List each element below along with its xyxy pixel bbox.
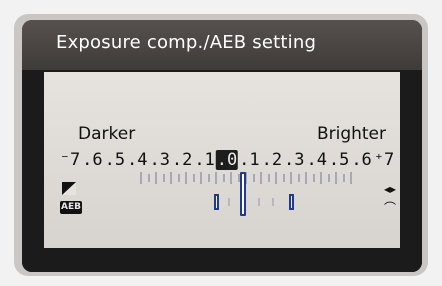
- title-bar: Exposure comp./AEB setting: [22, 20, 422, 70]
- aeb-tick: [258, 198, 260, 206]
- scale-tick: [342, 174, 345, 182]
- scale-tick: [312, 174, 315, 182]
- exposure-panel: Darker Brighter ⁻7.6.5.4.3.2.1.0.1.2.3.4…: [44, 72, 400, 248]
- aeb-bracket-row: [44, 190, 400, 214]
- scale-tick: [267, 174, 270, 182]
- scale-tick: [200, 172, 202, 184]
- scale-tick: [275, 172, 277, 184]
- scale-tick: [162, 174, 165, 182]
- scale-tick: [207, 174, 210, 182]
- scale-tick: [140, 172, 142, 184]
- scale-number: .2: [261, 150, 283, 170]
- scale-tick: [282, 174, 285, 182]
- scale-tick: [350, 172, 352, 184]
- scale-number: ⁻7: [59, 150, 81, 170]
- aeb-bracket-mark: [214, 194, 219, 210]
- scale-number: ⁺7: [373, 150, 395, 170]
- exposure-level-indicator[interactable]: [240, 172, 246, 216]
- scale-tick: [177, 174, 180, 182]
- scale-number: .4: [306, 150, 327, 170]
- scale-tick: [297, 174, 300, 182]
- scale-number: .6: [351, 150, 372, 170]
- exposure-compensation-icon: [62, 182, 76, 195]
- aeb-icon: AEB: [60, 201, 82, 214]
- left-right-arrows-icon: ◂▸: [384, 182, 397, 196]
- scale-tick: [215, 172, 217, 184]
- scale-tick: [185, 172, 187, 184]
- scale-number: .5: [328, 150, 350, 170]
- menu-title: Exposure comp./AEB setting: [56, 32, 317, 53]
- brighter-label: Brighter: [316, 124, 386, 144]
- scale-tick: [290, 172, 292, 184]
- camera-lcd-screen: Exposure comp./AEB setting Darker Bright…: [22, 20, 422, 272]
- scale-tick: [192, 174, 195, 182]
- scale-tick: [147, 174, 150, 182]
- exposure-scale-ticks[interactable]: [44, 172, 400, 192]
- scale-number: .4: [127, 150, 148, 170]
- scale-tick: [305, 172, 307, 184]
- scale-number: .0: [215, 150, 239, 170]
- scale-tick: [327, 174, 330, 182]
- scale-tick: [155, 172, 157, 184]
- darker-label: Darker: [78, 124, 136, 144]
- scale-tick: [230, 172, 232, 184]
- scale-tick: [335, 172, 337, 184]
- scale-number: .1: [239, 150, 260, 170]
- scale-number: .3: [284, 150, 305, 170]
- scale-number: .5: [104, 150, 126, 170]
- scale-tick: [260, 172, 262, 184]
- scale-tick: [320, 172, 322, 184]
- aeb-tick: [228, 198, 230, 206]
- scale-tick: [170, 172, 172, 184]
- aeb-tick: [272, 198, 274, 206]
- scale-number: .6: [82, 150, 103, 170]
- scale-tick: [252, 174, 255, 182]
- scale-number: .3: [149, 150, 170, 170]
- exposure-scale-numbers: ⁻7.6.5.4.3.2.1.0.1.2.3.4.5.6 ⁺7: [59, 150, 395, 174]
- scale-number: .2: [171, 150, 193, 170]
- aeb-bracket-mark: [289, 194, 294, 210]
- main-dial-icon: ⌒: [384, 201, 397, 215]
- screen-footer: [22, 248, 422, 272]
- scale-number: .1: [194, 150, 215, 170]
- scale-tick: [222, 174, 225, 182]
